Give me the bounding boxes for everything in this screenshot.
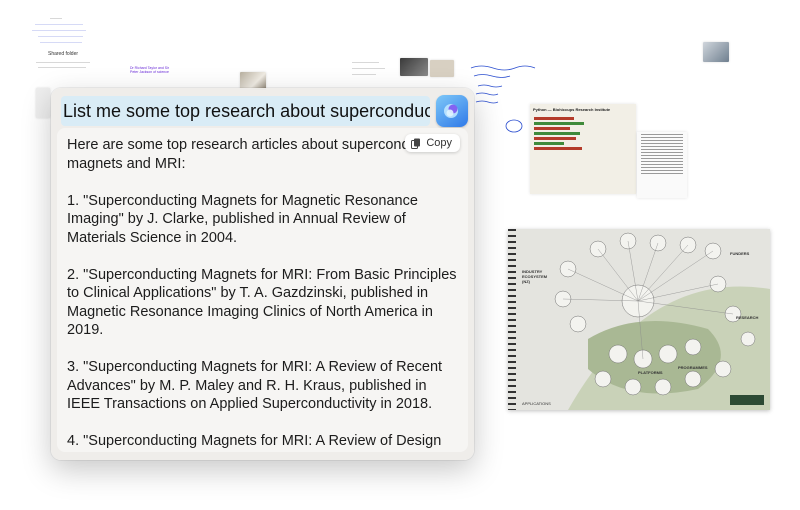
copy-label: Copy xyxy=(426,137,452,149)
ai-assistant-panel: List me some top research about supercon… xyxy=(51,88,474,460)
diagram-logo xyxy=(730,395,764,405)
thumbnail-image[interactable] xyxy=(703,42,729,62)
poster-title: Python — Biohiccups Research Institute xyxy=(533,107,611,112)
diagram-label-research: RESEARCH xyxy=(736,315,759,320)
diagram-label-funders: FUNDERS xyxy=(730,251,750,256)
query-input[interactable]: List me some top research about supercon… xyxy=(61,96,430,126)
canvas-caption: Dr Richard Taylor and Sir Peter Jackson … xyxy=(130,66,170,74)
thumbnail-image[interactable] xyxy=(400,58,428,76)
canvas-card[interactable] xyxy=(36,88,50,118)
shared-folder-title: Shared folder xyxy=(48,51,79,57)
diagram-label-industry: INDUSTRY ECOSYSTEM (NZ) xyxy=(522,269,548,284)
query-row: List me some top research about supercon… xyxy=(61,95,468,127)
ecosystem-diagram[interactable]: INDUSTRY ECOSYSTEM (NZ) FUNDERS RESEARCH… xyxy=(508,229,770,410)
research-poster[interactable]: Python — Biohiccups Research Institute xyxy=(530,104,636,194)
canvas-link-lines: ———————————————— xyxy=(35,22,83,26)
diagram-label-applications: APPLICATIONS xyxy=(522,401,551,406)
canvas-note-lines: ———— xyxy=(50,16,62,20)
diagram-label-platforms: PLATFORMS xyxy=(638,370,663,375)
diagram-network xyxy=(554,232,770,410)
copy-button[interactable]: Copy xyxy=(405,134,460,152)
answer-text: Here are some top research articles abou… xyxy=(67,137,457,452)
text-document[interactable] xyxy=(637,132,687,198)
assistant-sparkle-icon[interactable] xyxy=(436,95,468,127)
diagram-label-programmes: PROGRAMMES xyxy=(678,365,708,370)
copy-icon xyxy=(411,138,421,149)
thumbnail-image[interactable] xyxy=(430,60,454,77)
sparkle-glyph xyxy=(444,104,458,118)
answer-card[interactable]: Here are some top research articles abou… xyxy=(57,128,468,452)
